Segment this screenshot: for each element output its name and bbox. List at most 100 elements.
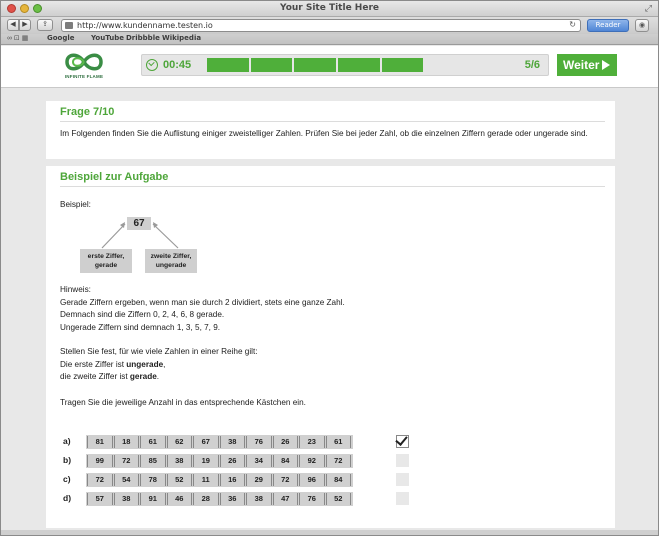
number-cell: 76 <box>299 493 325 505</box>
number-cell: 61 <box>325 436 351 448</box>
answer-checkbox[interactable] <box>396 454 409 467</box>
play-arrow-icon <box>602 60 610 70</box>
forward-button[interactable]: ▶ <box>19 19 31 31</box>
logo: INFINITE FLAME <box>61 50 107 84</box>
bookmarks-icon[interactable]: ∞ ⊡ ▦ <box>7 34 28 42</box>
number-cell: 47 <box>272 493 298 505</box>
instruction-text: Tragen Sie die jeweilige Anzahl in das e… <box>60 398 306 407</box>
number-cell: 52 <box>325 493 351 505</box>
number-cell: 16 <box>219 474 245 486</box>
back-button[interactable]: ◀ <box>7 19 19 31</box>
hint-title: Hinweis: <box>60 285 91 294</box>
number-cell: 72 <box>87 474 113 486</box>
downloads-icon[interactable]: ◉ <box>635 19 649 32</box>
number-cell: 38 <box>166 455 192 467</box>
browser-window: Your Site Title Here ⤢ ◀ ▶ ⇪ http://www.… <box>0 0 659 536</box>
number-cell: 26 <box>272 436 298 448</box>
progress-segment <box>425 58 468 72</box>
number-sequence: 99 72 85 38 19 26 34 84 92 72 <box>86 454 353 468</box>
browser-toolbar: ◀ ▶ ⇪ http://www.kundenname.testen.io ↻ … <box>1 17 658 34</box>
row-label: c) <box>63 474 71 484</box>
logo-text: INFINITE FLAME <box>64 74 104 79</box>
next-button[interactable]: Weiter <box>557 54 617 76</box>
callout-second-digit: zweite Ziffer, ungerade <box>145 249 197 273</box>
bookmark-link[interactable]: YouTube <box>91 34 124 42</box>
address-bar[interactable]: http://www.kundenname.testen.io ↻ <box>61 19 581 32</box>
number-cell: 46 <box>166 493 192 505</box>
number-cell: 28 <box>193 493 219 505</box>
progress-segment <box>207 58 249 72</box>
number-cell: 67 <box>193 436 219 448</box>
number-cell: 91 <box>140 493 166 505</box>
number-cell: 85 <box>140 455 166 467</box>
number-cell: 18 <box>113 436 139 448</box>
number-cell: 19 <box>193 455 219 467</box>
footer-bar <box>1 530 658 535</box>
title-bar: Your Site Title Here ⤢ <box>1 1 658 17</box>
number-sequence: 81 18 61 62 67 38 76 26 23 61 <box>86 435 353 449</box>
progress-segment <box>294 58 337 72</box>
number-cell: 92 <box>299 455 325 467</box>
task-text: die zweite Ziffer ist <box>60 372 130 381</box>
step-counter: 5/6 <box>524 59 540 71</box>
number-cell: 23 <box>299 436 325 448</box>
row-label: a) <box>63 436 71 446</box>
task-text: . <box>156 372 160 381</box>
task-text: Die erste Ziffer ist <box>60 359 127 369</box>
number-cell: 54 <box>113 474 139 486</box>
number-sequence: 72 54 78 52 11 16 29 72 96 84 <box>86 473 353 487</box>
number-cell: 96 <box>299 474 325 486</box>
example-title: Beispiel zur Aufgabe <box>60 171 169 183</box>
quiz-header: INFINITE FLAME 00:45 5/6 Weiter <box>1 46 658 88</box>
row-label: b) <box>63 455 72 465</box>
number-cell: 62 <box>166 436 192 448</box>
example-label: Beispiel: <box>60 200 91 209</box>
bookmark-link[interactable]: Dribbble <box>126 34 160 42</box>
page-content: INFINITE FLAME 00:45 5/6 Weiter Frage 7/… <box>1 46 658 535</box>
divider <box>60 186 605 187</box>
question-text: Im Folgenden finden Sie die Auflistung e… <box>60 129 588 138</box>
number-cell: 72 <box>325 455 351 467</box>
number-cell: 36 <box>219 493 245 505</box>
answer-checkbox[interactable] <box>395 433 409 448</box>
number-cell: 38 <box>113 493 139 505</box>
number-cell: 57 <box>87 493 113 505</box>
bookmarks-bar: ∞ ⊡ ▦ Google YouTube Dribbble Wikipedia <box>1 34 658 45</box>
bookmark-link[interactable]: Google <box>47 34 75 42</box>
callout-arrows <box>101 222 179 249</box>
divider <box>60 121 605 122</box>
number-cell: 52 <box>166 474 192 486</box>
progress-panel: 00:45 5/6 <box>141 54 549 76</box>
question-title: Frage 7/10 <box>60 106 115 118</box>
hint-line: Gerade Ziffern ergeben, wenn man sie dur… <box>60 297 345 307</box>
fullscreen-icon[interactable]: ⤢ <box>645 3 652 14</box>
number-row: c) 72 54 78 52 11 16 29 72 96 84 <box>60 472 600 491</box>
answer-checkbox[interactable] <box>396 492 409 505</box>
number-cell: 76 <box>246 436 272 448</box>
row-label: d) <box>63 493 72 503</box>
reload-icon[interactable]: ↻ <box>569 20 576 29</box>
progress-bar <box>207 58 469 72</box>
bookmark-link[interactable]: Wikipedia <box>162 34 201 42</box>
task-emphasis: gerade <box>129 372 157 381</box>
task-line: die zweite Ziffer ist gerade. <box>60 371 600 384</box>
number-cell: 84 <box>325 474 351 486</box>
question-panel: Frage 7/10 Im Folgenden finden Sie die A… <box>46 101 615 159</box>
number-cell: 84 <box>272 455 298 467</box>
reader-button[interactable]: Reader <box>587 19 629 32</box>
number-cell: 78 <box>140 474 166 486</box>
number-cell: 38 <box>246 493 272 505</box>
next-button-label: Weiter <box>563 58 600 72</box>
share-button[interactable]: ⇪ <box>37 19 53 31</box>
progress-segment <box>381 58 424 72</box>
example-panel: Beispiel zur Aufgabe Beispiel: 67 erste … <box>46 166 615 528</box>
number-cell: 72 <box>272 474 298 486</box>
progress-segment <box>250 58 293 72</box>
number-cell: 11 <box>193 474 219 486</box>
clock-check-icon <box>146 59 158 71</box>
answer-checkbox[interactable] <box>396 473 409 486</box>
window-title: Your Site Title Here <box>280 3 379 13</box>
number-cell: 29 <box>246 474 272 486</box>
task-text: , <box>163 359 166 369</box>
number-cell: 38 <box>219 436 245 448</box>
